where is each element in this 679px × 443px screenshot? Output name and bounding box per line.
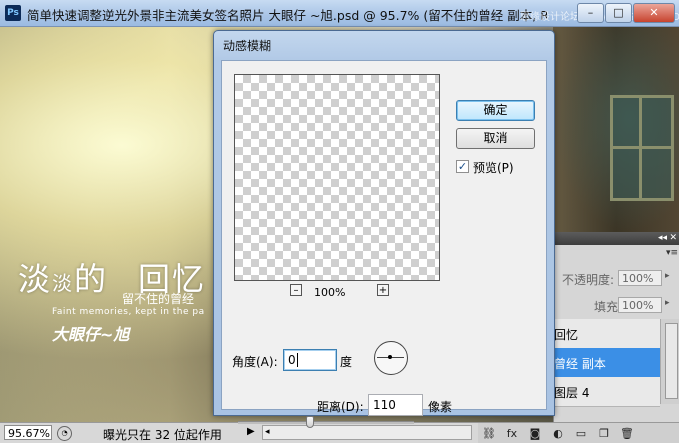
opacity-row: 不透明度: 100% ▸ bbox=[554, 267, 679, 289]
angle-unit: 度 bbox=[340, 355, 353, 369]
layer-name: 曾经 副本 bbox=[554, 357, 606, 371]
motion-blur-dialog: 动感模糊 – 100% + 确定 取消 ✓ 预览(P) 角度(A): 0 度 距… bbox=[213, 30, 555, 428]
layers-scrollbar-thumb[interactable] bbox=[665, 323, 678, 399]
zoom-in-button[interactable]: + bbox=[377, 284, 389, 296]
distance-slider-thumb[interactable] bbox=[306, 416, 315, 428]
status-menu-arrow-icon[interactable]: ▶ bbox=[247, 426, 255, 437]
distance-label: 距离(D): bbox=[317, 400, 364, 414]
canvas-english-text: Faint memories, kept in the pa bbox=[52, 307, 205, 317]
canvas-title-small: 淡 bbox=[52, 271, 75, 295]
window-title: 简单快速调整逆光外景非主流美女签名照片 大眼仔 ~旭.psd @ 95.7% (… bbox=[27, 8, 547, 23]
panel-top-bar: ◂◂ ✕ bbox=[554, 232, 679, 245]
angle-input[interactable]: 0 bbox=[283, 349, 337, 371]
layer-style-fx-icon[interactable]: fx bbox=[505, 427, 519, 440]
link-layers-icon[interactable]: ⛓ bbox=[482, 427, 496, 440]
opacity-field[interactable]: 100% bbox=[618, 270, 662, 286]
layer-name: 图层 4 bbox=[554, 386, 590, 400]
fill-dropdown-icon[interactable]: ▸ bbox=[665, 298, 670, 308]
minimize-button[interactable]: – bbox=[577, 3, 604, 23]
status-bar: 95.67% ◔ 曝光只在 32 位起作用 ▶ ◂ bbox=[0, 422, 478, 443]
filter-preview[interactable] bbox=[234, 74, 440, 281]
new-group-icon[interactable]: ▭ bbox=[574, 427, 588, 440]
preview-checkbox-label[interactable]: 预览(P) bbox=[473, 159, 514, 176]
canvas-subtitle: 留不住的曾经 bbox=[122, 292, 195, 306]
preview-checkbox[interactable]: ✓ bbox=[456, 160, 469, 173]
photoshop-logo-icon: Ps bbox=[5, 5, 21, 21]
dialog-title: 动感模糊 bbox=[223, 39, 272, 53]
ok-button[interactable]: 确定 bbox=[456, 100, 535, 121]
dialog-body: – 100% + 确定 取消 ✓ 预览(P) 角度(A): 0 度 距离(D):… bbox=[221, 60, 547, 428]
layer-item[interactable]: 图层 4 bbox=[554, 377, 660, 407]
panel-collapse-icon[interactable]: ◂◂ bbox=[658, 232, 667, 245]
status-text: 曝光只在 32 位起作用 bbox=[103, 428, 222, 442]
zoom-level-field[interactable]: 95.67% bbox=[4, 425, 52, 440]
cancel-button[interactable]: 取消 bbox=[456, 128, 535, 149]
preview-zoom-value: 100% bbox=[314, 286, 346, 299]
layer-item-selected[interactable]: 曾经 副本 bbox=[554, 348, 660, 378]
distance-unit: 像素 bbox=[428, 400, 453, 414]
panel-menu-icon[interactable]: ▾≡ bbox=[666, 248, 678, 258]
layer-name: 回忆 bbox=[554, 328, 579, 342]
angle-label: 角度(A): bbox=[232, 355, 278, 369]
angle-dial-center bbox=[388, 355, 392, 359]
window-title-bar: Ps 简单快速调整逆光外景非主流美女签名照片 大眼仔 ~旭.psd @ 95.7… bbox=[0, 0, 679, 27]
distance-slider[interactable] bbox=[238, 416, 414, 428]
maximize-button[interactable]: □ bbox=[605, 3, 632, 23]
zoom-out-button[interactable]: – bbox=[290, 284, 302, 296]
horizontal-scrollbar[interactable]: ◂ bbox=[262, 425, 472, 440]
canvas-title-big: 淡 bbox=[18, 260, 53, 298]
fill-row: 填充: 100% ▸ bbox=[554, 294, 679, 316]
canvas-title-de: 的 bbox=[74, 260, 109, 298]
fill-field[interactable]: 100% bbox=[618, 297, 662, 313]
opacity-dropdown-icon[interactable]: ▸ bbox=[665, 271, 670, 281]
layer-item[interactable]: 回忆 bbox=[554, 319, 660, 349]
close-button[interactable]: ✕ bbox=[633, 3, 675, 23]
status-info-icon[interactable]: ◔ bbox=[57, 426, 72, 441]
panel-close-icon[interactable]: ✕ bbox=[669, 232, 677, 245]
adjustment-layer-icon[interactable]: ◐ bbox=[551, 427, 565, 440]
scroll-left-icon[interactable]: ◂ bbox=[265, 426, 270, 439]
window-controls: – □ ✕ bbox=[577, 3, 675, 23]
layers-bottom-toolbar: ⛓ fx ◙ ◐ ▭ ❐ 🗑 bbox=[478, 422, 679, 443]
photo-window-frame bbox=[610, 95, 674, 201]
angle-dial[interactable] bbox=[374, 341, 408, 375]
layer-mask-icon[interactable]: ◙ bbox=[528, 427, 542, 440]
angle-input-value: 0 bbox=[288, 353, 296, 367]
trash-icon[interactable]: 🗑 bbox=[620, 427, 634, 440]
new-layer-icon[interactable]: ❐ bbox=[597, 427, 611, 440]
layers-panel: ◂◂ ✕ ▾≡ 不透明度: 100% ▸ 填充: 100% ▸ 回忆 曾经 副本… bbox=[553, 232, 679, 422]
canvas-author: 大眼仔~旭 bbox=[52, 325, 130, 344]
opacity-label: 不透明度: bbox=[562, 273, 615, 287]
layers-scrollbar[interactable] bbox=[660, 319, 679, 404]
distance-input[interactable]: 110 bbox=[368, 394, 423, 416]
